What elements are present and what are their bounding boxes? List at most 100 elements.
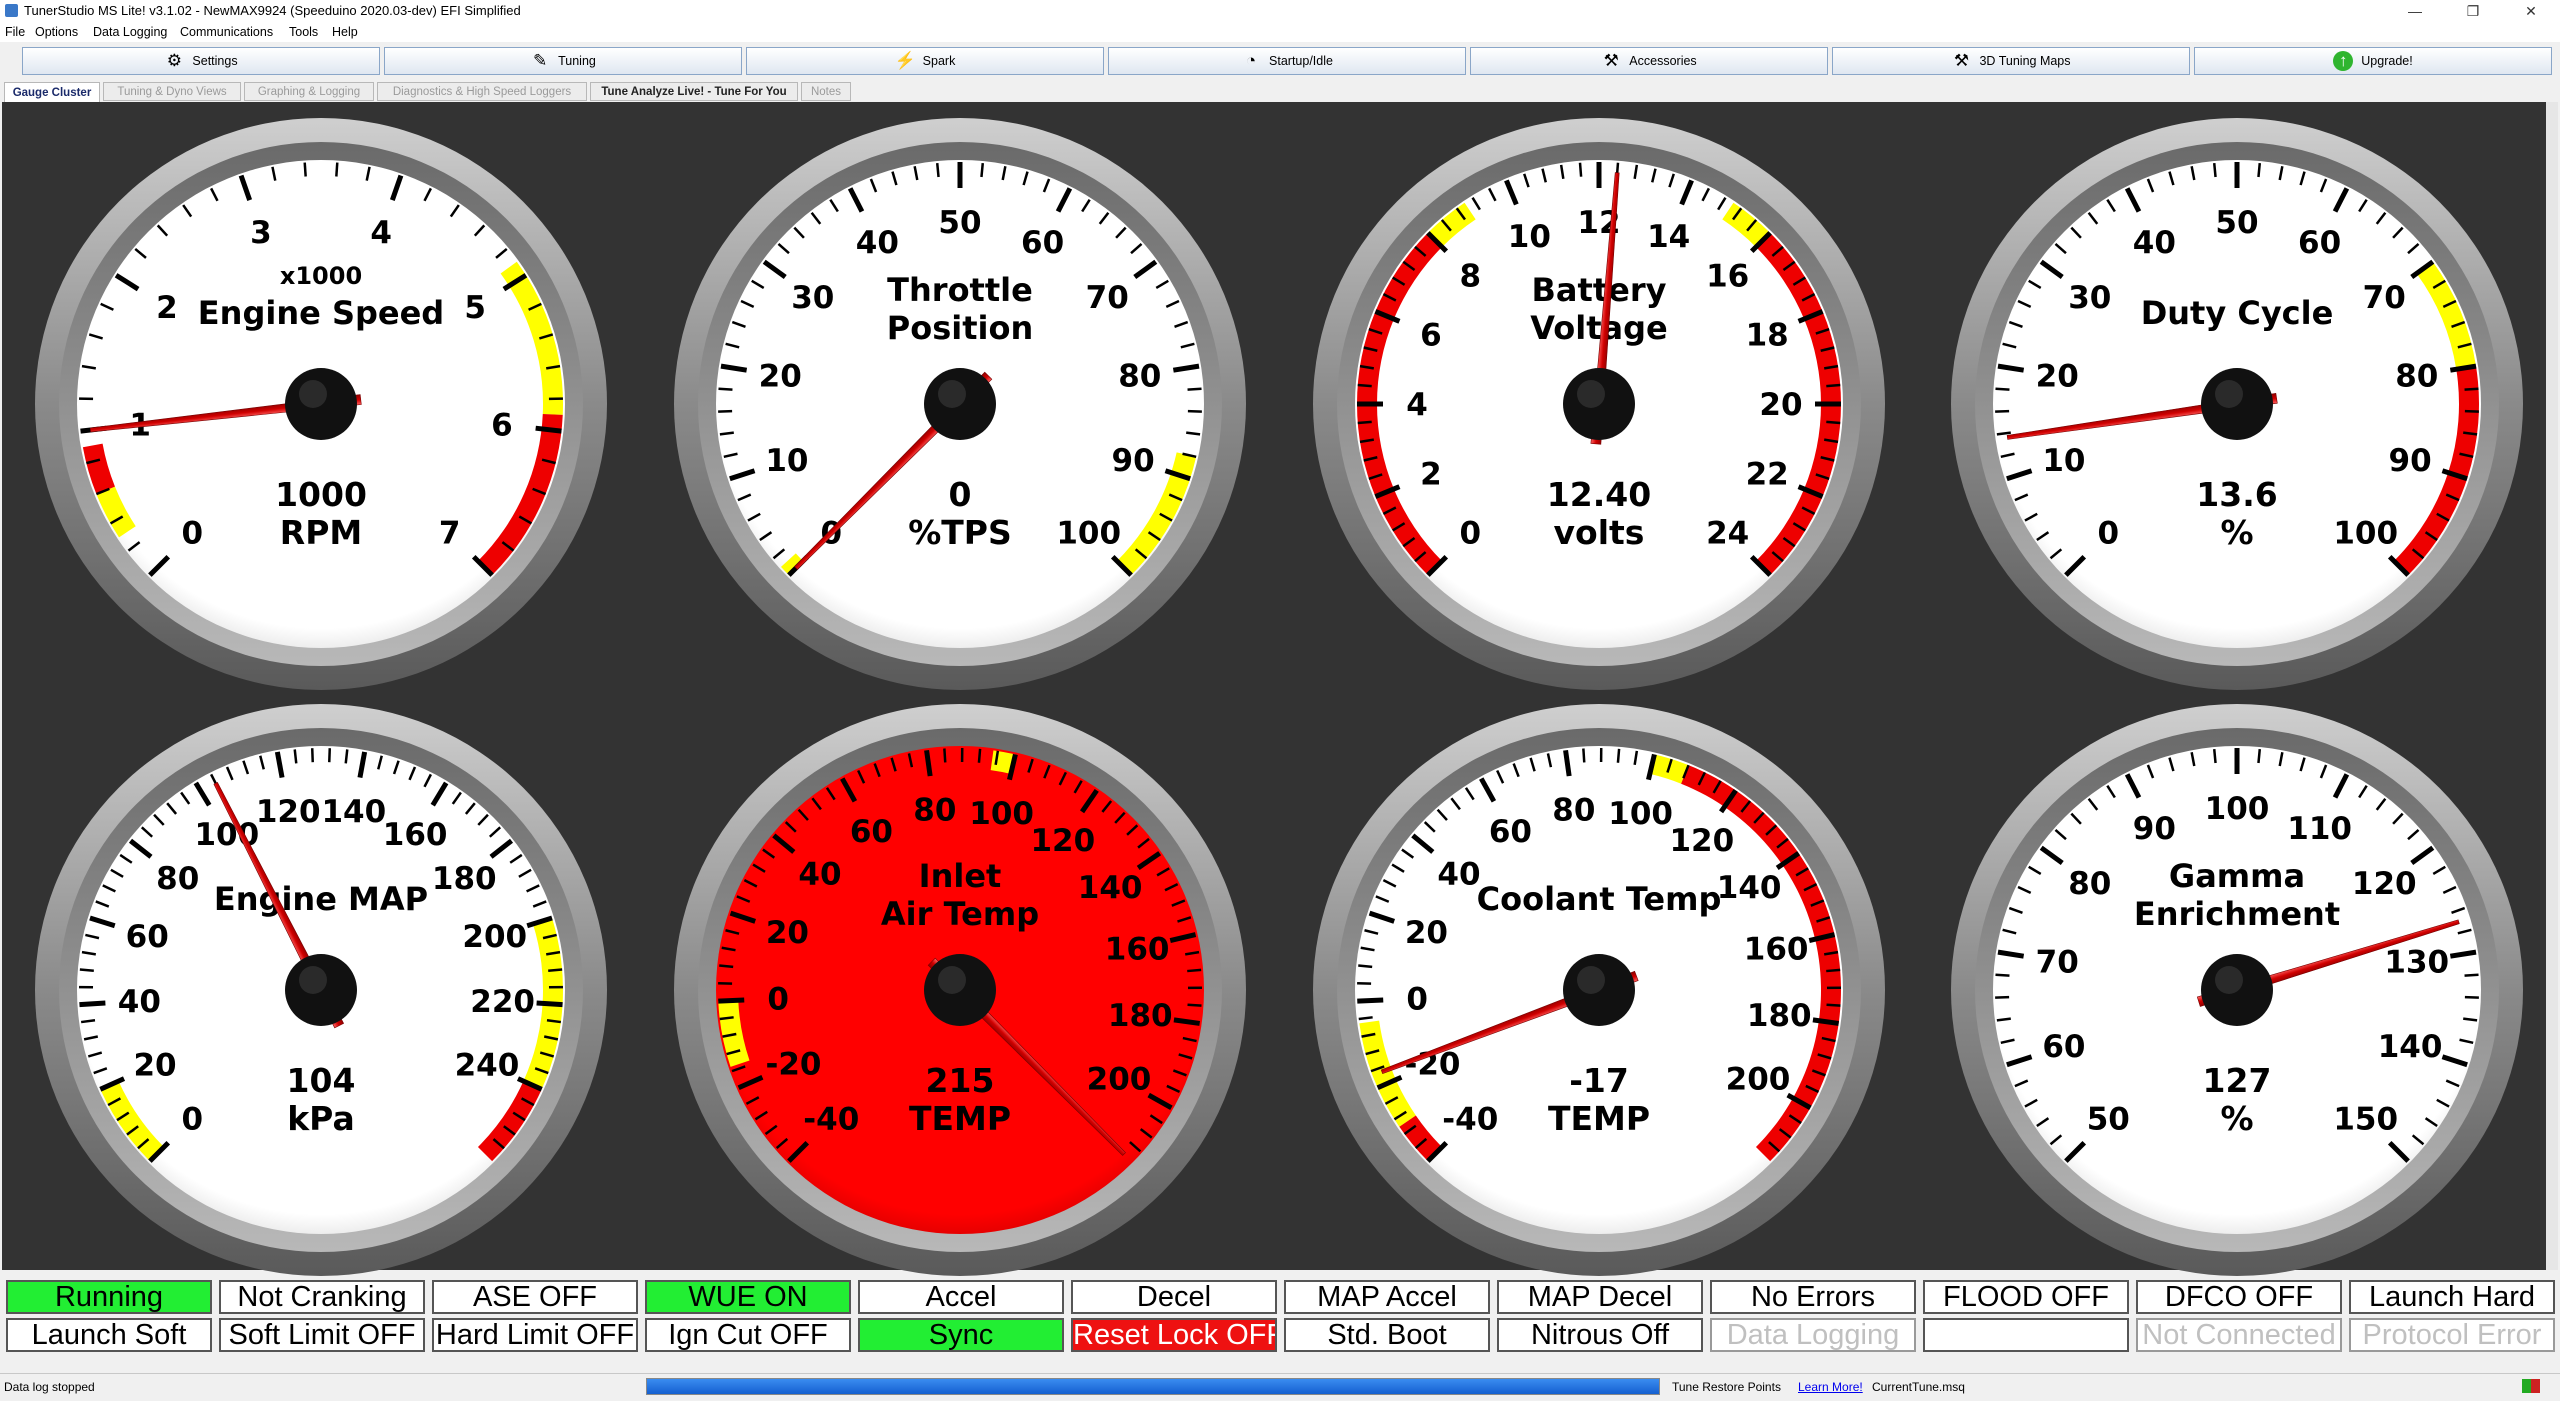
gauge-title: Gamma <box>2169 857 2305 895</box>
tick-label: 240 <box>455 1048 520 1084</box>
tick-label: 130 <box>2384 945 2449 981</box>
tick-label: 70 <box>1086 280 1129 316</box>
upgrade-button[interactable]: ↑Upgrade! <box>2194 47 2552 75</box>
tick-label: 30 <box>2068 280 2111 316</box>
menu-options[interactable]: Options <box>35 25 78 39</box>
minor-tick <box>329 748 330 762</box>
tick-label: 10 <box>1508 219 1551 255</box>
indicator-running: Running <box>6 1280 212 1314</box>
minor-tick <box>1997 433 2011 435</box>
minor-tick <box>2465 389 2479 390</box>
app-icon <box>5 4 18 17</box>
indicator-hard-limit-off: Hard Limit OFF <box>432 1318 638 1352</box>
tick-label: 60 <box>1021 225 1064 261</box>
gauge-title: Throttle <box>887 271 1033 309</box>
major-tick <box>537 1003 563 1005</box>
tick-label: 24 <box>1706 516 1749 552</box>
gauge-title: Engine Speed <box>198 294 444 332</box>
indicator-panel: RunningNot CrankingASE OFFWUE ONAccelDec… <box>2 1280 2558 1360</box>
accessories-button[interactable]: ⚒Accessories <box>1470 47 1828 75</box>
tab-diagnostics[interactable]: Diagnostics & High Speed Loggers <box>377 82 587 101</box>
tick-label: 200 <box>1087 1062 1152 1098</box>
gauge-value: -17 <box>1569 1061 1629 1100</box>
minor-tick <box>2214 163 2215 177</box>
gauge-value: 12.40 <box>1547 475 1651 514</box>
3d-tuning-maps-button[interactable]: ⚒3D Tuning Maps <box>1832 47 2190 75</box>
indicator-map-accel: MAP Accel <box>1284 1280 1490 1314</box>
gauge-subtitle: x1000 <box>280 262 362 290</box>
menu-data-logging[interactable]: Data Logging <box>93 25 167 39</box>
tick-label: 100 <box>2333 516 2398 552</box>
tick-label: 80 <box>1552 793 1595 829</box>
major-tick <box>1566 750 1570 776</box>
indicator-ign-cut-off: Ign Cut OFF <box>645 1318 851 1352</box>
gauge-value: 0 <box>949 475 972 514</box>
tick-label: 20 <box>759 359 802 395</box>
close-button[interactable]: ✕ <box>2502 0 2560 22</box>
tick-label: 160 <box>1105 931 1170 967</box>
tick-label: 6 <box>1420 317 1442 353</box>
tick-label: 10 <box>2042 443 2085 479</box>
minor-tick <box>1826 970 1840 971</box>
tuning-button[interactable]: ✎Tuning <box>384 47 742 75</box>
tick-label: 120 <box>1669 823 1734 859</box>
gauge-dial: 5060708090100110120130140150GammaEnrichm… <box>1949 702 2525 1278</box>
tab-tune-analyze-live[interactable]: Tune Analyze Live! - Tune For You <box>590 82 798 101</box>
tab-gauge-cluster[interactable]: Gauge Cluster <box>4 82 100 103</box>
minor-tick <box>1580 163 1581 177</box>
tick-label: 40 <box>1437 857 1480 893</box>
tick-label: 0 <box>1406 981 1428 1017</box>
tick-label: 0 <box>767 981 789 1017</box>
minor-tick <box>719 965 733 966</box>
spark-button[interactable]: ⚡Spark <box>746 47 1104 75</box>
maximize-button[interactable]: ❐ <box>2444 0 2502 22</box>
gauge-units: % <box>2220 513 2253 552</box>
tab-tuning-dyno-views[interactable]: Tuning & Dyno Views <box>103 82 241 101</box>
gauge-coolant-temp: -40-20020406080100120140160180200Coolant… <box>1311 702 1887 1278</box>
scrollbar[interactable] <box>2546 102 2558 1270</box>
minor-tick <box>1997 1019 2011 1021</box>
menu-file[interactable]: File <box>5 25 25 39</box>
menu-bar: File Options Data Logging Communications… <box>0 22 2560 42</box>
menu-communications[interactable]: Communications <box>180 25 273 39</box>
learn-more-link[interactable]: Learn More! <box>1798 1380 1863 1394</box>
tab-bar: Gauge Cluster Tuning & Dyno Views Graphi… <box>0 80 2560 102</box>
menu-tools[interactable]: Tools <box>289 25 318 39</box>
minor-tick <box>336 163 337 177</box>
indicator-protocol-error: Protocol Error <box>2349 1318 2555 1352</box>
tick-label: 60 <box>2042 1029 2085 1065</box>
indicator-wue-on: WUE ON <box>645 1280 851 1314</box>
tab-notes[interactable]: Notes <box>801 82 851 101</box>
gauge-title: Position <box>887 309 1033 347</box>
tick-label: 18 <box>1746 317 1789 353</box>
gauge-duty-cycle: 0102030405060708090100Duty Cycle13.6% <box>1949 116 2525 692</box>
indicator-ase-off: ASE OFF <box>432 1280 638 1314</box>
gauge-value: 1000 <box>275 475 367 514</box>
gauge-title: Voltage <box>1530 309 1667 347</box>
tick-label: 200 <box>1726 1062 1791 1098</box>
gauge-dial: -40-20020406080100120140160180200InletAi… <box>672 702 1248 1278</box>
gauge-value: 215 <box>926 1061 995 1100</box>
gauge-engine-speed: 01234567x1000Engine Speed1000RPM <box>33 116 609 692</box>
minor-tick <box>1827 1005 1841 1006</box>
toolbar: ⚙Settings ✎Tuning ⚡Spark ◔Startup/Idle ⚒… <box>0 45 2560 77</box>
minimize-button[interactable]: — <box>2386 0 2444 22</box>
indicator-dfco-off: DFCO OFF <box>2136 1280 2342 1314</box>
minor-tick <box>1826 385 1840 386</box>
progress-bar <box>646 1378 1660 1395</box>
minor-tick <box>1995 389 2009 390</box>
settings-button[interactable]: ⚙Settings <box>22 47 380 75</box>
minor-tick <box>295 749 297 763</box>
tick-label: 2 <box>156 290 178 326</box>
tab-graphing-logging[interactable]: Graphing & Logging <box>244 82 374 101</box>
minor-tick <box>937 163 938 177</box>
tick-label: 90 <box>1112 443 1155 479</box>
menu-help[interactable]: Help <box>332 25 358 39</box>
minor-tick <box>1188 1005 1202 1006</box>
tick-label: 140 <box>2378 1029 2443 1065</box>
indicator-accel: Accel <box>858 1280 1064 1314</box>
tick-label: 120 <box>2352 866 2417 902</box>
startup-idle-button[interactable]: ◔Startup/Idle <box>1108 47 1466 75</box>
gauge-units: volts <box>1554 513 1645 552</box>
indicator-empty <box>1923 1318 2129 1352</box>
